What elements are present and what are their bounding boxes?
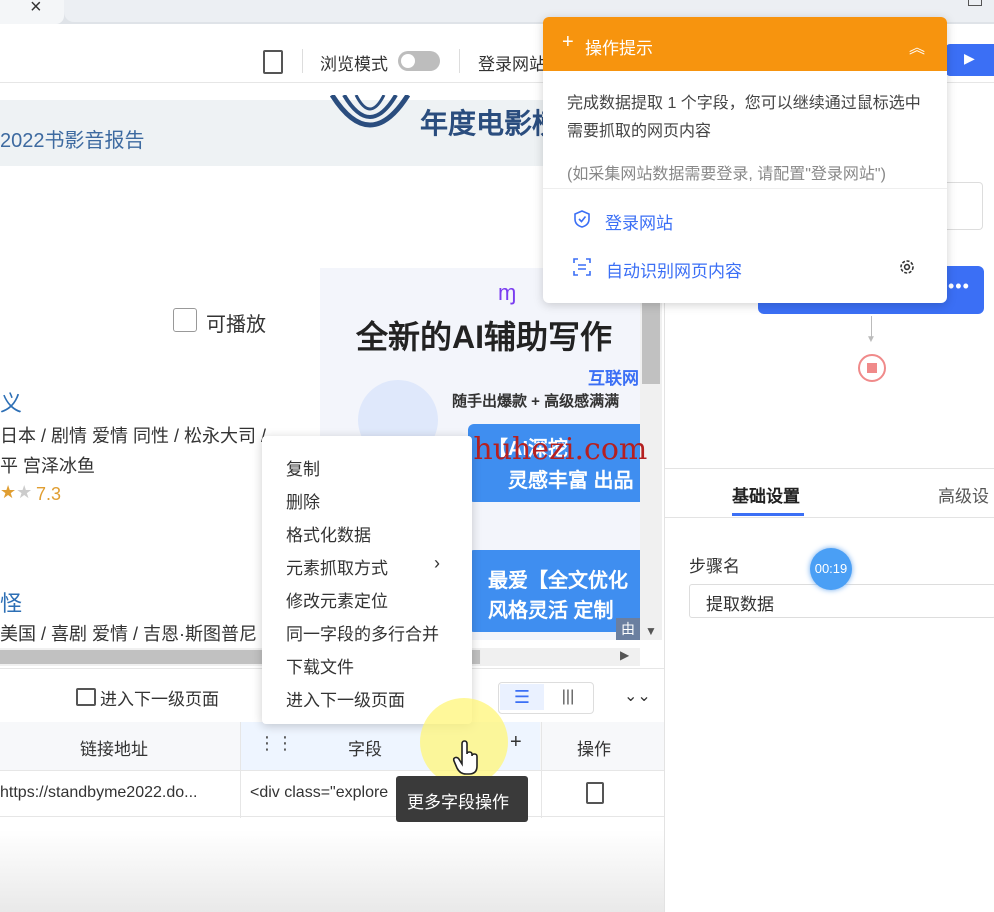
- playable-label: 可播放: [206, 314, 266, 336]
- ad-card-title: 最爱【全文优化: [488, 570, 628, 592]
- enter-row-icon[interactable]: [586, 782, 604, 804]
- toolbar-divider: [302, 49, 303, 73]
- timer-badge: 00:19: [810, 548, 852, 590]
- column-divider: [541, 722, 542, 818]
- url-input[interactable]: [946, 182, 983, 230]
- login-site-link[interactable]: 登录网站: [605, 209, 673, 234]
- browse-mode-label: 浏览模式: [320, 55, 388, 74]
- add-field-icon[interactable]: +: [510, 731, 522, 754]
- close-icon[interactable]: ×: [30, 0, 42, 19]
- tips-title: 操作提示: [585, 39, 653, 58]
- list-view-icon[interactable]: ☰: [500, 684, 544, 710]
- column-header-field[interactable]: 字段: [348, 735, 382, 760]
- movie-title-link[interactable]: 怪: [0, 586, 22, 618]
- run-button[interactable]: ▶: [946, 44, 994, 76]
- active-tab-indicator: [732, 513, 804, 516]
- step-name-label: 步骤名: [689, 557, 740, 576]
- panel-bottom: [0, 830, 664, 912]
- shield-icon: [574, 210, 590, 228]
- scroll-right-icon[interactable]: ▶: [620, 648, 629, 662]
- menu-item-download-file[interactable]: 下载文件: [286, 653, 354, 678]
- menu-item-delete[interactable]: 删除: [286, 488, 320, 513]
- table-cell-url: https://standbyme2022.do...: [0, 784, 198, 801]
- tips-note: (如采集网站数据需要登录, 请配置"登录网站"): [567, 166, 886, 183]
- ad-badge: 由: [616, 618, 640, 640]
- collapse-panel-icon[interactable]: ⌄⌄: [624, 686, 651, 706]
- banner-logo-icon: [330, 95, 410, 128]
- step-name-value: 提取数据: [706, 595, 774, 614]
- arrow-down-icon: ▼: [866, 334, 876, 345]
- hand-cursor-icon: [452, 740, 478, 775]
- movie-meta: 美国 / 喜剧 爱情 / 吉恩·斯图普尼: [0, 624, 257, 644]
- ad-card-text: 灵感丰富 出品: [508, 470, 634, 492]
- rating-stars-icon: ★★: [0, 482, 33, 502]
- ad-subtitle: 互联网: [588, 369, 639, 388]
- window-restore-icon[interactable]: [968, 0, 982, 6]
- menu-item-format-data[interactable]: 格式化数据: [286, 521, 371, 546]
- tab-basic-settings[interactable]: 基础设置: [732, 482, 800, 507]
- tab-advanced-settings[interactable]: 高级设: [938, 482, 989, 507]
- browse-mode-toggle[interactable]: [398, 51, 440, 71]
- tooltip: 更多字段操作: [396, 776, 528, 822]
- drag-handle-icon[interactable]: ⋮⋮: [258, 733, 294, 754]
- movie-score: 7.3: [36, 484, 62, 504]
- playable-checkbox[interactable]: [173, 308, 197, 332]
- ad-headline: 全新的AI辅助写作: [356, 319, 613, 355]
- tips-message: 完成数据提取 1 个字段，您可以继续通过鼠标选中需要抓取的网页内容: [567, 95, 921, 140]
- play-icon: ▶: [964, 50, 975, 66]
- document-edit-icon[interactable]: [263, 50, 283, 74]
- plus-icon: +: [562, 31, 574, 53]
- menu-item-enter-next-page[interactable]: 进入下一级页面: [286, 686, 405, 711]
- movie-meta: 日本 / 剧情 爱情 同性 / 松永大司 /: [0, 426, 267, 446]
- menu-item-merge-rows[interactable]: 同一字段的多行合并: [286, 620, 439, 645]
- banner-link[interactable]: 2022书影音报告: [0, 124, 145, 153]
- menu-item-edit-locator[interactable]: 修改元素定位: [286, 587, 388, 612]
- table-cell-field: <div class="explore: [250, 784, 389, 801]
- ad-logo-icon: ɱ: [498, 280, 517, 305]
- scan-icon: [573, 258, 591, 276]
- menu-item-capture-method[interactable]: 元素抓取方式: [286, 554, 388, 579]
- menu-item-copy[interactable]: 复制: [286, 455, 320, 480]
- ad-card-text: 风格灵活 定制: [488, 600, 614, 622]
- gear-icon[interactable]: [898, 258, 916, 276]
- movie-title-link[interactable]: 义: [0, 386, 22, 418]
- tooltip-text: 更多字段操作: [407, 793, 509, 812]
- column-view-icon[interactable]: |||: [546, 684, 590, 710]
- login-site-button[interactable]: 登录网站: [478, 50, 546, 75]
- banner-title: 年度电影榜: [420, 108, 561, 139]
- more-icon[interactable]: •••: [948, 276, 970, 297]
- row-divider: [0, 816, 664, 817]
- chevron-up-icon[interactable]: ︽: [909, 34, 925, 58]
- next-level-button[interactable]: 进入下一级页面: [74, 685, 219, 710]
- stop-icon[interactable]: [858, 354, 886, 382]
- scroll-down-icon[interactable]: ▼: [645, 624, 657, 638]
- column-header-link: 链接地址: [80, 740, 148, 759]
- toolbar-divider: [459, 49, 460, 73]
- auto-detect-link[interactable]: 自动识别网页内容: [606, 257, 742, 282]
- chevron-right-icon: ›: [434, 553, 440, 573]
- column-divider: [240, 722, 241, 818]
- tips-divider: [543, 188, 947, 189]
- ad-tagline: 随手出爆款 + 高级感满满: [452, 393, 620, 410]
- column-header-actions: 操作: [577, 740, 611, 759]
- movie-cast: 平 宫泽冰鱼: [0, 456, 96, 476]
